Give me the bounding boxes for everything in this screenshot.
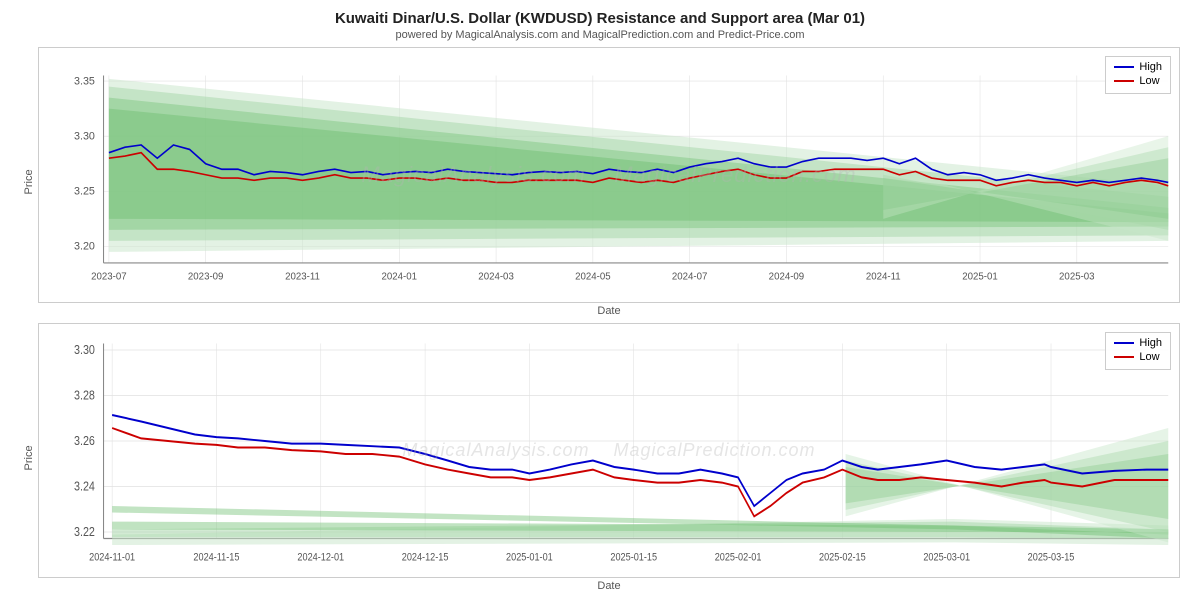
- chart1-svg-container: High Low MagicalAnalysis.com MagicalPred…: [38, 47, 1180, 303]
- svg-text:3.26: 3.26: [74, 432, 95, 447]
- high-line-indicator2: [1114, 342, 1134, 344]
- chart1-legend-high: High: [1114, 61, 1162, 73]
- chart2-svg: 3.30 3.28 3.26 3.24 3.22 2024-11-01 2024…: [39, 324, 1179, 578]
- chart1-inner: High Low MagicalAnalysis.com MagicalPred…: [38, 47, 1180, 317]
- chart2-low-label: Low: [1139, 351, 1159, 363]
- svg-text:3.22: 3.22: [74, 523, 95, 538]
- chart1-svg: 3.35 3.30 3.25 3.20 2023-07 2023-09 2023…: [39, 48, 1179, 302]
- chart2-high-label: High: [1139, 337, 1162, 349]
- svg-text:2024-11: 2024-11: [866, 271, 901, 282]
- svg-text:2024-05: 2024-05: [575, 271, 611, 282]
- svg-text:2023-09: 2023-09: [188, 271, 224, 282]
- svg-text:2024-07: 2024-07: [672, 271, 708, 282]
- svg-text:2024-11-15: 2024-11-15: [193, 551, 239, 563]
- chart2-y-label: Price: [20, 323, 38, 593]
- chart1-y-label: Price: [20, 47, 38, 317]
- svg-text:2024-01: 2024-01: [382, 271, 418, 282]
- svg-text:2025-01: 2025-01: [962, 271, 998, 282]
- svg-text:2024-09: 2024-09: [769, 271, 805, 282]
- chart2-wrapper: Price High Low Mag: [20, 323, 1180, 593]
- chart2-legend-low: Low: [1114, 351, 1162, 363]
- chart2-svg-container: High Low MagicalAnalysis.com MagicalPred…: [38, 323, 1180, 579]
- svg-text:3.35: 3.35: [74, 75, 95, 87]
- chart2-inner: High Low MagicalAnalysis.com MagicalPred…: [38, 323, 1180, 593]
- svg-text:2024-03: 2024-03: [478, 271, 514, 282]
- svg-text:3.25: 3.25: [74, 185, 95, 197]
- svg-text:3.24: 3.24: [74, 478, 95, 493]
- svg-text:3.30: 3.30: [74, 130, 95, 142]
- chart1-legend: High Low: [1105, 56, 1171, 94]
- charts-area: Price High Low Mag: [20, 47, 1180, 592]
- chart2-x-label: Date: [38, 580, 1180, 592]
- svg-text:2023-11: 2023-11: [285, 271, 320, 282]
- page-subtitle: powered by MagicalAnalysis.com and Magic…: [20, 29, 1180, 41]
- svg-text:2025-03-01: 2025-03-01: [923, 551, 970, 563]
- svg-text:2023-07: 2023-07: [91, 271, 127, 282]
- svg-text:2025-03: 2025-03: [1059, 271, 1095, 282]
- chart2-legend: High Low: [1105, 332, 1171, 370]
- svg-text:2025-02-15: 2025-02-15: [819, 551, 866, 563]
- svg-text:2024-11-01: 2024-11-01: [89, 551, 135, 563]
- svg-text:2025-03-15: 2025-03-15: [1028, 551, 1075, 563]
- svg-text:2024-12-15: 2024-12-15: [402, 551, 449, 563]
- chart1-legend-low: Low: [1114, 75, 1162, 87]
- high-line-indicator: [1114, 66, 1134, 68]
- svg-text:2025-01-15: 2025-01-15: [610, 551, 657, 563]
- svg-text:2024-12-01: 2024-12-01: [297, 551, 344, 563]
- chart2-legend-high: High: [1114, 337, 1162, 349]
- low-line-indicator: [1114, 80, 1134, 82]
- chart1-high-label: High: [1139, 61, 1162, 73]
- svg-text:3.20: 3.20: [74, 241, 95, 253]
- low-line-indicator2: [1114, 356, 1134, 358]
- svg-text:3.28: 3.28: [74, 387, 95, 402]
- chart1-wrapper: Price High Low Mag: [20, 47, 1180, 317]
- svg-text:2025-02-01: 2025-02-01: [715, 551, 762, 563]
- page-title: Kuwaiti Dinar/U.S. Dollar (KWDUSD) Resis…: [20, 10, 1180, 27]
- svg-text:3.30: 3.30: [74, 341, 95, 356]
- chart1-low-label: Low: [1139, 75, 1159, 87]
- chart1-x-label: Date: [38, 305, 1180, 317]
- page-container: Kuwaiti Dinar/U.S. Dollar (KWDUSD) Resis…: [0, 0, 1200, 600]
- svg-text:2025-01-01: 2025-01-01: [506, 551, 553, 563]
